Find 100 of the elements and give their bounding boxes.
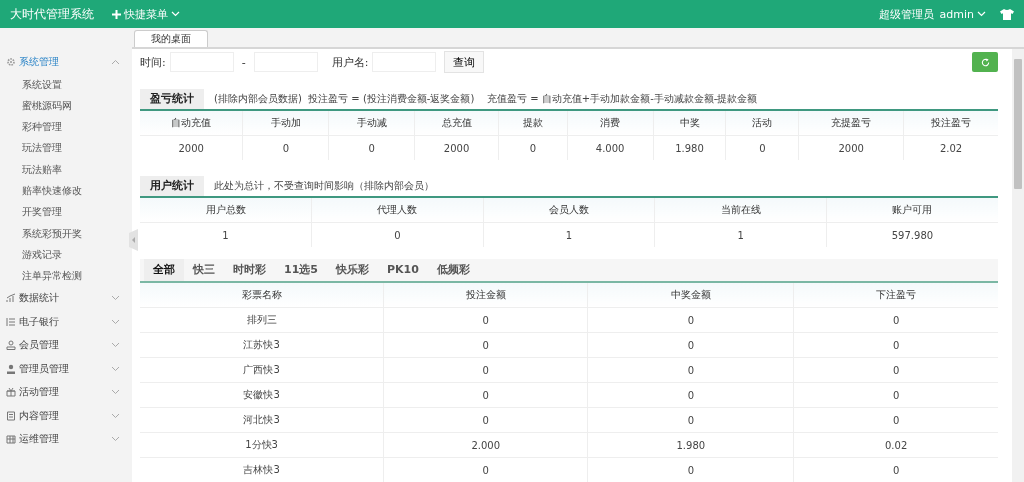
section-title: 盈亏统计 <box>140 89 204 109</box>
column-header: 活动 <box>725 111 799 136</box>
chevron-down-icon <box>111 318 120 325</box>
column-header: 手动减 <box>328 111 415 136</box>
table-cell: 0 <box>793 382 998 408</box>
table-cell: 0 <box>311 222 484 247</box>
sidebar-item[interactable]: 开奖管理 <box>0 201 132 223</box>
table-cell: 1 <box>654 222 827 247</box>
sidebar-group[interactable]: 活动管理 <box>0 380 132 404</box>
plus-icon <box>112 9 121 19</box>
column-header: 充提盈亏 <box>798 111 904 136</box>
chevron-down-icon <box>111 365 120 372</box>
table-cell: 0 <box>793 407 998 433</box>
table-cell: 2.02 <box>903 135 998 160</box>
category-tab[interactable]: 11选5 <box>275 259 327 281</box>
shirt-icon[interactable] <box>1000 8 1014 20</box>
chevron-down-icon <box>111 436 120 443</box>
chevron-down-icon <box>171 11 180 17</box>
table-cell: 广西快3 <box>140 357 384 383</box>
sidebar-group[interactable]: 数据统计 <box>0 286 132 310</box>
sidebar-group[interactable]: 管理员管理 <box>0 356 132 381</box>
document-icon <box>6 410 16 421</box>
category-tab[interactable]: 快乐彩 <box>326 259 378 281</box>
sidebar-item[interactable]: 玩法赔率 <box>0 158 132 180</box>
sidebar-item[interactable]: 赔率快速修改 <box>0 180 132 202</box>
sidebar-item[interactable]: 游戏记录 <box>0 243 132 266</box>
column-header: 用户总数 <box>140 198 312 223</box>
table-cell: 0 <box>498 135 568 160</box>
collapse-handle[interactable] <box>129 229 138 251</box>
table-cell: 2000 <box>140 135 243 160</box>
bar-chart-icon <box>6 293 16 304</box>
sidebar-item[interactable]: 蜜桃源码网 <box>0 94 132 117</box>
scrollbar[interactable] <box>1012 49 1024 482</box>
sidebar-item[interactable]: 注单异常检测 <box>0 265 132 287</box>
field-label: 用户名: <box>331 54 369 70</box>
table-cell: 2.000 <box>383 432 588 458</box>
table-cell: 江苏快3 <box>140 332 384 358</box>
table-cell: 2000 <box>414 135 499 160</box>
category-tab[interactable]: 低频彩 <box>427 259 479 281</box>
table-cell: 0 <box>793 307 998 333</box>
chevron-down-icon <box>111 412 120 419</box>
section-title: 用户统计 <box>140 176 204 196</box>
column-header: 会员人数 <box>483 198 655 223</box>
section-note: (排除内部会员数据) 投注盈亏 = (投注消费金额-返奖金额) 充值盈亏 = 自动充值+手动加款金额-手动减款金额-提款金额 <box>214 92 758 106</box>
person-icon <box>6 340 16 351</box>
table-cell: 4.000 <box>567 135 654 160</box>
table-cell: 0 <box>587 407 794 433</box>
table-cell: 0 <box>383 357 588 383</box>
table-cell: 1 <box>483 222 655 247</box>
sidebar-item[interactable]: 系统设置 <box>0 73 132 95</box>
table-cell: 0 <box>793 457 998 482</box>
column-header: 自动充值 <box>140 111 243 136</box>
table-cell: 1.980 <box>587 432 794 458</box>
table-cell: 0 <box>587 382 794 408</box>
column-header: 投注金额 <box>383 283 588 308</box>
column-header: 账户可用 <box>826 198 998 223</box>
table-cell: 0 <box>328 135 415 160</box>
page-tab[interactable]: 我的桌面 <box>134 30 208 47</box>
range-separator: - <box>241 55 246 69</box>
table-cell: 0 <box>383 407 588 433</box>
column-header: 提款 <box>498 111 568 136</box>
sidebar-item[interactable]: 彩种管理 <box>0 116 132 138</box>
column-header: 总充值 <box>414 111 499 136</box>
chevron-down-icon <box>111 342 120 349</box>
sidebar-group[interactable]: 运维管理 <box>0 427 132 451</box>
sidebar-group[interactable]: 会员管理 <box>0 333 132 357</box>
category-tab[interactable]: 时时彩 <box>224 259 275 281</box>
table-cell: 1分快3 <box>140 432 384 458</box>
chevron-down-icon <box>111 295 120 302</box>
table-cell: 0 <box>793 357 998 383</box>
sidebar-group[interactable]: 电子银行 <box>0 309 132 334</box>
table-cell: 吉林快3 <box>140 457 384 482</box>
category-tab[interactable]: PK10 <box>377 259 428 281</box>
list-icon <box>6 316 16 327</box>
category-tab[interactable]: 快三 <box>184 259 224 281</box>
sidebar-item[interactable]: 系统彩预开奖 <box>0 222 132 244</box>
refresh-button[interactable] <box>972 52 998 72</box>
table-cell: 0 <box>793 332 998 358</box>
table-cell: 0 <box>587 457 794 482</box>
user-role: 超级管理员 <box>878 6 934 22</box>
person-icon <box>6 363 16 374</box>
table-cell: 1 <box>140 222 312 247</box>
column-header: 消费 <box>567 111 654 136</box>
chevron-down-icon <box>111 389 120 396</box>
column-header: 代理人数 <box>311 198 484 223</box>
gift-icon <box>6 387 16 398</box>
table-cell: 0 <box>725 135 799 160</box>
table-cell: 0 <box>242 135 329 160</box>
table-cell: 河北快3 <box>140 407 384 433</box>
category-tab[interactable]: 全部 <box>144 259 184 281</box>
column-header: 手动加 <box>242 111 329 136</box>
column-header: 下注盈亏 <box>793 283 998 308</box>
sidebar-group[interactable]: 内容管理 <box>0 403 132 428</box>
gear-icon <box>6 56 16 67</box>
table-cell: 0 <box>383 382 588 408</box>
query-button[interactable]: 查询 <box>444 51 485 73</box>
sidebar-item[interactable]: 玩法管理 <box>0 137 132 159</box>
table-cell: 597.980 <box>826 222 998 247</box>
table-cell: 0 <box>383 307 588 333</box>
sidebar-group[interactable]: 系统管理 <box>0 50 132 74</box>
